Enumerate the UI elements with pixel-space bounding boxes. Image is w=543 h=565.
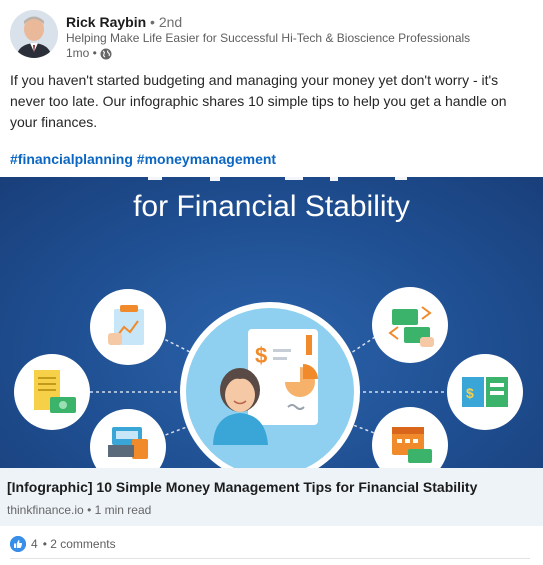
infographic-graphic: $ $ xyxy=(14,177,523,468)
post-time: 1mo • xyxy=(66,46,97,60)
author-avatar[interactable] xyxy=(10,10,58,58)
avatar-photo xyxy=(10,10,58,58)
like-icon xyxy=(10,536,26,552)
link-domain: thinkfinance.io xyxy=(7,503,84,517)
post-meta: 1mo • xyxy=(66,46,112,61)
connection-degree: • 2nd xyxy=(150,14,183,30)
author-name-line: Rick Raybin • 2nd xyxy=(66,13,182,31)
comment-count[interactable]: • 2 comments xyxy=(43,537,116,551)
post-header: Rick Raybin • 2nd Helping Make Life Easi… xyxy=(0,0,543,64)
infographic-image[interactable]: for Financial Stability $ $ xyxy=(0,177,543,468)
link-read-time: • 1 min read xyxy=(87,503,152,517)
author-headline: Helping Make Life Easier for Successful … xyxy=(66,31,471,45)
svg-text:$: $ xyxy=(466,385,474,401)
document-chart-icon: $ xyxy=(248,329,318,425)
reaction-count[interactable]: 4 xyxy=(31,537,38,551)
hashtag-financialplanning[interactable]: #financialplanning xyxy=(10,151,133,167)
link-preview[interactable]: [Infographic] 10 Simple Money Management… xyxy=(0,468,543,526)
author-name[interactable]: Rick Raybin xyxy=(66,14,146,30)
post-text: If you haven't started budgeting and man… xyxy=(10,72,507,130)
cash-register-icon xyxy=(108,427,148,459)
link-source: thinkfinance.io • 1 min read xyxy=(7,503,151,518)
globe-icon xyxy=(100,48,112,60)
svg-text:$: $ xyxy=(255,343,267,368)
social-counts: 4 • 2 comments xyxy=(10,536,116,552)
hashtag-moneymanagement[interactable]: #moneymanagement xyxy=(137,151,276,167)
link-title[interactable]: [Infographic] 10 Simple Money Management… xyxy=(7,478,477,496)
divider xyxy=(10,558,530,559)
hashtags: #financialplanning #moneymanagement xyxy=(10,150,276,168)
